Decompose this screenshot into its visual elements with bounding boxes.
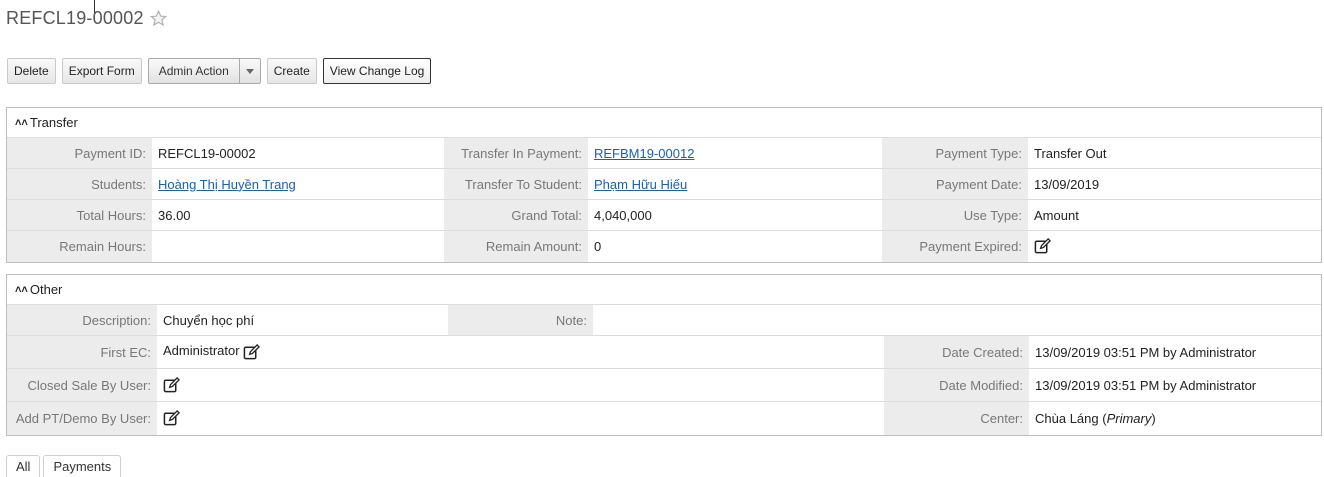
field-label: Payment ID: — [7, 137, 152, 169]
center-tag: Primary — [1106, 410, 1152, 426]
field-label: Note: — [448, 304, 593, 336]
edit-icon[interactable] — [243, 343, 261, 361]
field-label: Use Type: — [882, 199, 1028, 231]
table-row: First EC: Administrator Date Created: 13… — [7, 335, 1321, 369]
student-link[interactable]: Hoàng Thị Huyền Trang — [158, 177, 296, 192]
record-header: REFCL19-00002 — [6, 6, 167, 30]
description-value: Chuyển học phí — [157, 304, 448, 336]
table-row: Closed Sale By User: Date Modified: 13/0… — [7, 368, 1321, 402]
page-title: REFCL19-00002 — [6, 7, 144, 28]
payment-date-value: 13/09/2019 — [1028, 168, 1321, 200]
table-row: Description: Chuyển học phí Note: — [7, 304, 1321, 336]
transfer-to-student-link[interactable]: Phạm Hữu Hiếu — [594, 177, 687, 192]
center-name: Chùa Láng ( — [1035, 410, 1107, 426]
delete-button[interactable]: Delete — [7, 58, 56, 84]
other-heading: Other — [29, 282, 63, 297]
table-row: Students: Hoàng Thị Huyền Trang Transfer… — [7, 168, 1321, 200]
center-close: ) — [1151, 410, 1156, 426]
field-label: Remain Amount: — [444, 230, 588, 262]
field-label: Transfer In Payment: — [444, 137, 588, 169]
transfer-table: Payment ID: REFCL19-00002 Transfer In Pa… — [7, 137, 1321, 262]
field-label: First EC: — [7, 335, 157, 369]
export-form-button[interactable]: Export Form — [61, 58, 142, 84]
edit-icon[interactable] — [163, 409, 180, 427]
field-label: Center: — [884, 401, 1029, 435]
field-label: Grand Total: — [444, 199, 588, 231]
table-row: Payment ID: REFCL19-00002 Transfer In Pa… — [7, 137, 1321, 169]
transfer-panel-header[interactable]: ˄˄ Transfer — [7, 108, 1321, 137]
remain-amount-value: 0 — [588, 230, 882, 262]
field-label: Date Created: — [884, 335, 1029, 369]
remain-hours-value — [152, 230, 444, 262]
field-label: Payment Expired: — [882, 230, 1028, 262]
edit-icon[interactable] — [1034, 237, 1051, 255]
date-created-value: 13/09/2019 03:51 PM by Administrator — [1029, 335, 1321, 369]
payment-id-value: REFCL19-00002 — [152, 137, 444, 169]
grand-total-value: 4,040,000 — [588, 199, 882, 231]
note-value — [593, 304, 1321, 336]
other-table: Description: Chuyển học phí Note: First … — [7, 304, 1321, 435]
dropdown-caret-icon[interactable] — [240, 59, 260, 83]
field-label: Remain Hours: — [7, 230, 152, 262]
transfer-in-payment-link[interactable]: REFBM19-00012 — [594, 146, 694, 161]
create-button[interactable]: Create — [266, 58, 317, 84]
table-row: Add PT/Demo By User: Center: Chùa Láng (… — [7, 401, 1321, 435]
other-panel-header[interactable]: ˄˄ Other — [7, 275, 1321, 304]
collapse-chevron-icon[interactable]: ˄˄ — [15, 117, 28, 129]
table-row: Total Hours: 36.00 Grand Total: 4,040,00… — [7, 199, 1321, 231]
use-type-value: Amount — [1028, 199, 1321, 231]
transfer-heading: Transfer — [29, 115, 78, 130]
admin-action-button[interactable]: Admin Action — [149, 59, 240, 83]
table-row: Remain Hours: Remain Amount: 0 Payment E… — [7, 230, 1321, 262]
field-label: Date Modified: — [884, 368, 1029, 402]
field-label: Students: — [7, 168, 152, 200]
edit-icon[interactable] — [163, 376, 180, 394]
action-toolbar: Delete Export Form Admin Action Create V… — [7, 58, 432, 84]
total-hours-value: 36.00 — [152, 199, 444, 231]
field-label: Description: — [7, 304, 157, 336]
field-label: Payment Type: — [882, 137, 1028, 169]
field-label: Add PT/Demo By User: — [7, 401, 157, 435]
view-change-log-button[interactable]: View Change Log — [322, 58, 432, 84]
star-icon[interactable] — [149, 9, 167, 27]
field-label: Transfer To Student: — [444, 168, 588, 200]
transfer-panel: ˄˄ Transfer Payment ID: REFCL19-00002 Tr… — [6, 107, 1322, 263]
center-value: Chùa Láng (Primary) — [1029, 401, 1321, 435]
other-panel: ˄˄ Other Description: Chuyển học phí Not… — [6, 274, 1322, 436]
first-ec-value: Administrator — [163, 343, 240, 359]
field-label: Total Hours: — [7, 199, 152, 231]
date-modified-value: 13/09/2019 03:51 PM by Administrator — [1029, 368, 1321, 402]
field-label: Closed Sale By User: — [7, 368, 157, 402]
admin-action-dropdown[interactable]: Admin Action — [147, 58, 261, 84]
payment-type-value: Transfer Out — [1028, 137, 1321, 169]
field-label: Payment Date: — [882, 168, 1028, 200]
collapse-chevron-icon[interactable]: ˄˄ — [15, 284, 28, 296]
